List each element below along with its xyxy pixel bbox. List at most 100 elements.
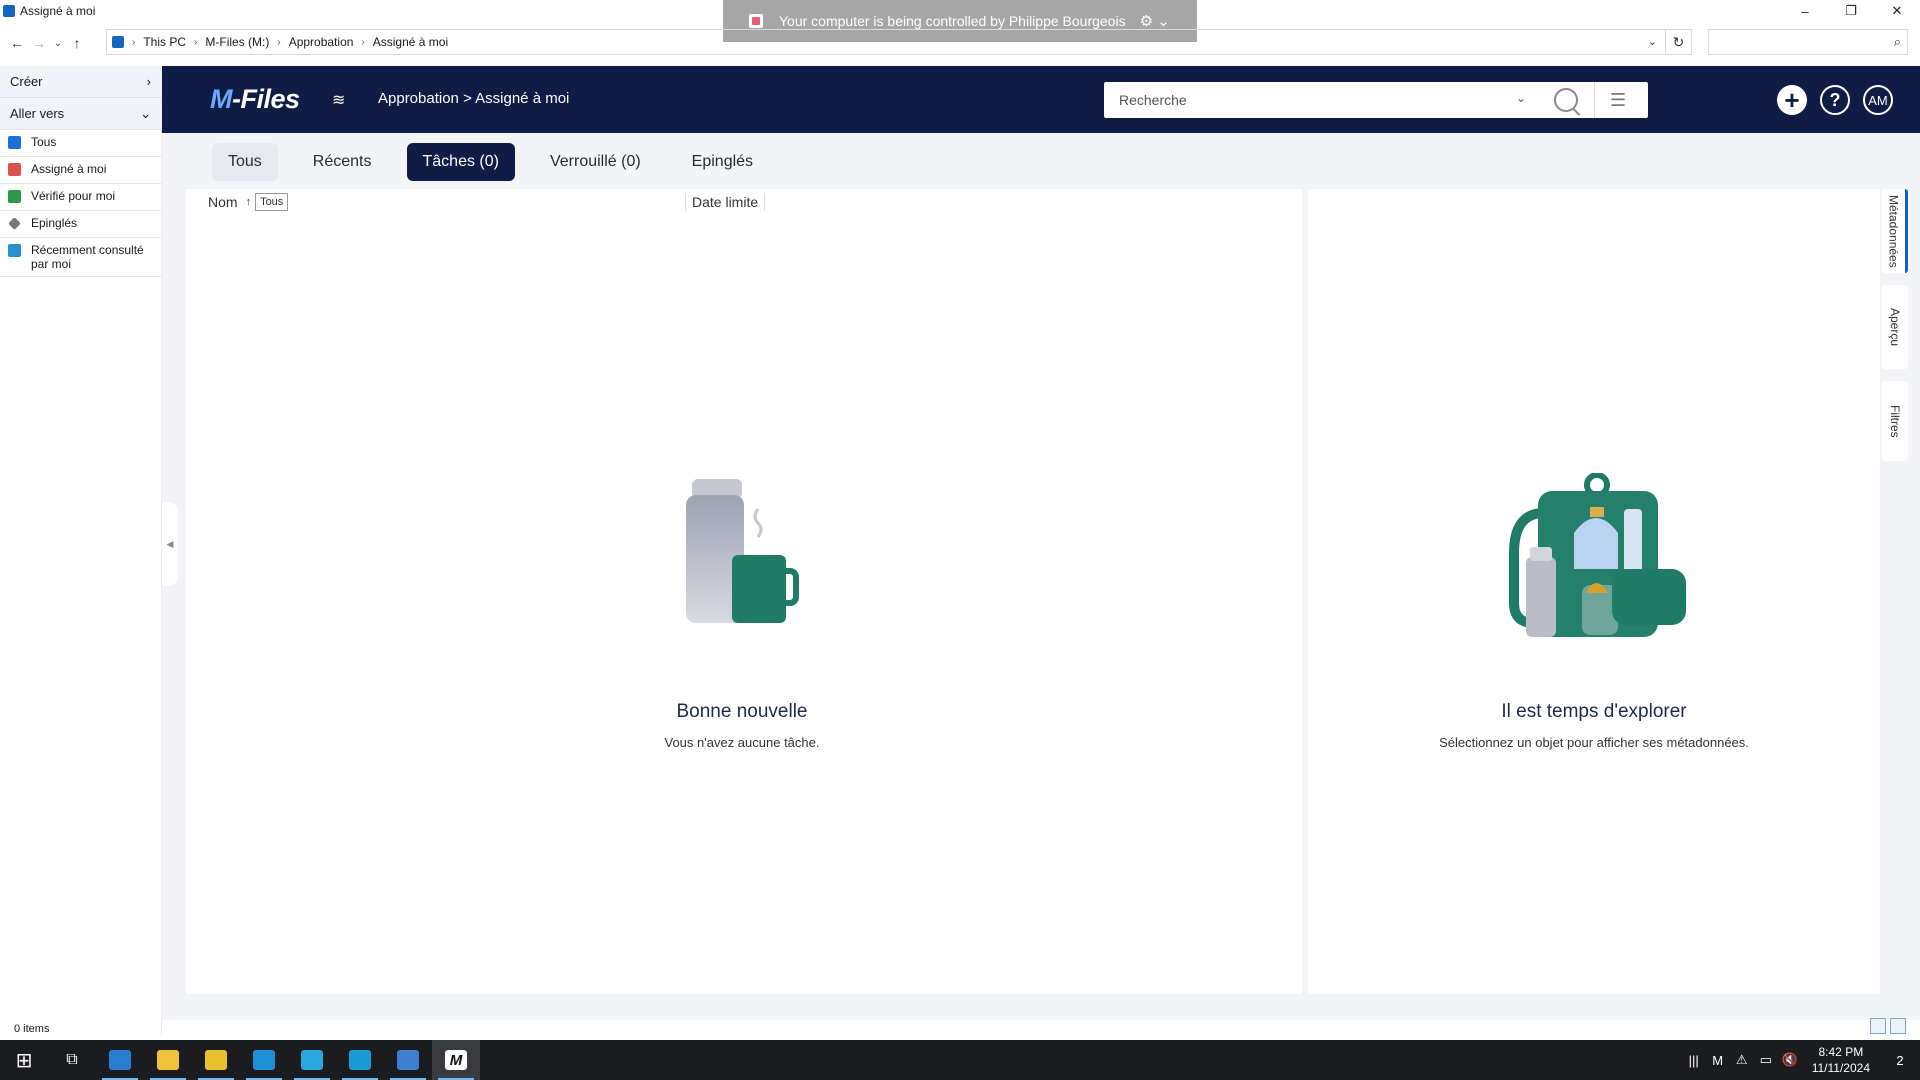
tray-mfiles-icon[interactable]: M	[1706, 1053, 1730, 1068]
column-date-label: Date limite	[692, 194, 759, 210]
search-icon: ⌕	[1893, 34, 1901, 49]
column-header-nom[interactable]: Nom ↑ Tous	[208, 189, 289, 215]
details-view-icon[interactable]	[1870, 1018, 1886, 1034]
mfiles-logo: M-Files	[210, 84, 300, 114]
list-empty-state: Bonne nouvelle Vous n'avez aucune tâche.	[542, 701, 942, 750]
taskbar-app-s[interactable]	[336, 1040, 384, 1080]
connection-status-icon: ≋	[332, 92, 346, 109]
crumb-approbation[interactable]: Approbation	[289, 35, 354, 49]
refresh-icon[interactable]: ↻	[1666, 29, 1692, 55]
windows-taskbar: ⊞ ⧉ M ||| M ⚠ ▭ 🔇 8:42 PM 11/11/2024 2	[0, 1040, 1920, 1080]
network-icon[interactable]: ▭	[1754, 1052, 1778, 1068]
explorer-search-input[interactable]: ⌕	[1708, 29, 1908, 55]
aller-vers-section[interactable]: Aller vers ⌄	[0, 98, 161, 130]
taskbar-app-explorer[interactable]	[144, 1040, 192, 1080]
clock[interactable]: 8:42 PM 11/11/2024	[1812, 1044, 1870, 1076]
start-button[interactable]: ⊞	[0, 1040, 48, 1080]
tab-epingles[interactable]: Epinglés	[676, 143, 769, 181]
metadata-empty-state: Il est temps d'explorer Sélectionnez un …	[1394, 701, 1794, 750]
metadata-empty-subtitle: Sélectionnez un objet pour afficher ses …	[1439, 735, 1749, 750]
system-tray: ||| M ⚠ ▭ 🔇 8:42 PM 11/11/2024 2	[1682, 1040, 1920, 1080]
column-filter-tag[interactable]: Tous	[255, 193, 289, 211]
task-view-icon: ⧉	[66, 1051, 78, 1068]
blue-app-icon	[253, 1050, 275, 1070]
status-item-count: 0 items	[14, 1023, 50, 1035]
metadata-panel: Il est temps d'explorer Sélectionnez un …	[1308, 189, 1880, 994]
crumb-mfiles-drive[interactable]: M-Files (M:)	[205, 35, 269, 49]
collapse-left-pane-icon[interactable]: ◀	[162, 502, 178, 586]
close-button[interactable]: ✕	[1874, 0, 1920, 22]
taskbar-app-admin[interactable]	[384, 1040, 432, 1080]
crumb-this-pc[interactable]: This PC	[143, 35, 186, 49]
tab-metadonnees[interactable]: Métadonnées	[1882, 189, 1908, 273]
aller-vers-label: Aller vers	[10, 106, 65, 121]
mfiles-header: M-Files ≋ Approbation > Assigné à moi Re…	[162, 66, 1920, 133]
notifications-icon[interactable]: 2	[1880, 1053, 1920, 1068]
forward-arrow-icon[interactable]: →	[28, 35, 50, 51]
taskbar-app-blue[interactable]	[240, 1040, 288, 1080]
search-dropdown-chevron-icon[interactable]: ⌄	[1516, 91, 1526, 105]
sort-ascending-icon: ↑	[245, 196, 252, 208]
tab-filtres[interactable]: Filtres	[1882, 381, 1908, 461]
tray-app-icon[interactable]: |||	[1682, 1053, 1706, 1068]
search-options-icon[interactable]: ☰	[1610, 90, 1626, 111]
checked-out-icon	[8, 190, 21, 203]
tab-tous[interactable]: Tous	[212, 143, 278, 181]
creer-section[interactable]: Créer ›	[0, 66, 161, 98]
tab-verrouille[interactable]: Verrouillé (0)	[534, 143, 657, 181]
crumb-assigne-a-moi[interactable]: Assigné à moi	[373, 35, 448, 49]
window-title: Assigné à moi	[20, 4, 96, 18]
user-avatar[interactable]: AM	[1863, 85, 1893, 115]
mfiles-body: Tous Récents Tâches (0) Verrouillé (0) E…	[162, 133, 1920, 1020]
tray-warning-icon[interactable]: ⚠	[1730, 1052, 1754, 1068]
admin-tool-icon	[397, 1050, 419, 1070]
up-arrow-icon[interactable]: ↑	[66, 35, 88, 51]
create-new-button[interactable]: +	[1777, 85, 1807, 115]
tab-recents[interactable]: Récents	[297, 143, 388, 181]
mfiles-search-field[interactable]: Recherche ⌄ ☰	[1104, 82, 1648, 118]
taskbar-app-tool[interactable]	[192, 1040, 240, 1080]
column-header-date-limite[interactable]: Date limite	[692, 189, 758, 215]
crumb-separator-icon: ›	[132, 36, 136, 48]
empty-state-title: Bonne nouvelle	[676, 701, 808, 722]
taskbar-app-v[interactable]	[288, 1040, 336, 1080]
thermos-mug-illustration	[686, 479, 799, 623]
nav-item-recemment-consulte[interactable]: Récemment consulté par moi	[0, 238, 161, 277]
nav-item-label: Epinglés	[31, 216, 78, 230]
recent-locations-chevron-icon[interactable]: ⌄	[50, 38, 66, 49]
large-icons-view-icon[interactable]	[1890, 1018, 1906, 1034]
creer-label: Créer	[10, 74, 43, 89]
address-path-box[interactable]: › This PC › M-Files (M:) › Approbation ›…	[106, 29, 1666, 55]
column-divider[interactable]	[685, 193, 686, 211]
nav-item-tous[interactable]: Tous	[0, 130, 161, 157]
pin-icon	[8, 217, 21, 230]
chevron-right-icon: ›	[146, 74, 151, 89]
help-button[interactable]: ?	[1820, 85, 1850, 115]
minimize-button[interactable]: –	[1782, 0, 1828, 22]
address-dropdown-icon[interactable]: ⌄	[1648, 35, 1657, 48]
column-nom-label: Nom	[208, 194, 238, 210]
remote-session-icon	[749, 14, 763, 28]
tab-taches[interactable]: Tâches (0)	[406, 143, 515, 181]
assigned-to-me-icon	[8, 163, 21, 176]
taskbar-app-mfiles[interactable]: M	[432, 1040, 480, 1080]
tab-apercu[interactable]: Aperçu	[1882, 285, 1908, 369]
mfiles-drive-icon	[112, 36, 124, 48]
restore-button[interactable]: ❐	[1828, 0, 1874, 22]
task-view-button[interactable]: ⧉	[48, 1040, 96, 1080]
nav-item-assigne-a-moi[interactable]: Assigné à moi	[0, 157, 161, 184]
view-breadcrumb[interactable]: Approbation > Assigné à moi	[378, 90, 569, 107]
search-placeholder: Recherche	[1119, 92, 1187, 108]
nav-item-verifie-pour-moi[interactable]: Vérifié pour moi	[0, 184, 161, 211]
nav-item-label: Assigné à moi	[31, 162, 107, 176]
volume-muted-icon[interactable]: 🔇	[1778, 1052, 1802, 1068]
back-arrow-icon[interactable]: ←	[6, 35, 28, 51]
taskbar-app-file-manager[interactable]	[96, 1040, 144, 1080]
search-icon[interactable]	[1554, 88, 1578, 112]
chevron-down-icon: ⌄	[140, 105, 151, 121]
remote-control-text: Your computer is being controlled by Phi…	[779, 13, 1126, 29]
metadata-empty-title: Il est temps d'explorer	[1501, 701, 1687, 722]
file-manager-icon	[109, 1050, 131, 1070]
column-divider[interactable]	[764, 193, 765, 211]
nav-item-epingles[interactable]: Epinglés	[0, 211, 161, 238]
